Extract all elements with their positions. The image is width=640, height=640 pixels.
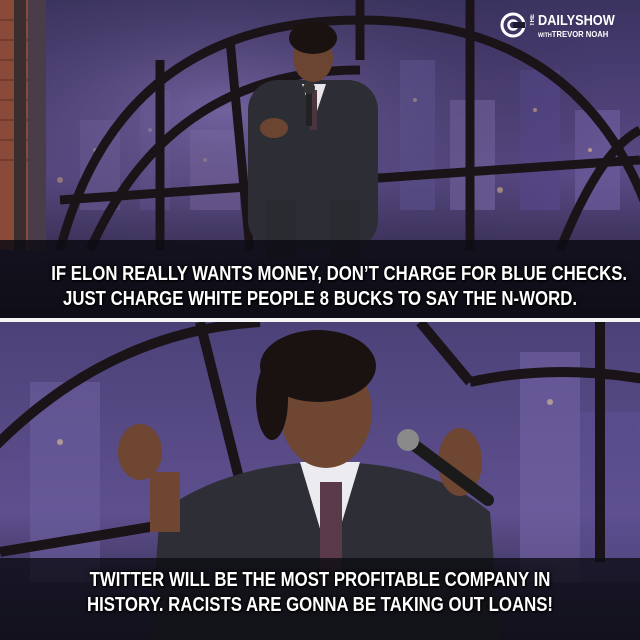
logo-with-text: WITH (538, 33, 552, 39)
logo-host-text: TREVOR NOAH (551, 29, 609, 39)
top-caption: IF ELON REALLY WANTS MONEY, DON’T CHARGE… (51, 262, 628, 312)
bottom-caption: TWITTER WILL BE THE MOST PROFITABLE COMP… (51, 568, 589, 618)
logo-the-text: THE (530, 14, 536, 26)
logo-title: DAILYSHOW (538, 12, 615, 29)
caption-line: IF ELON REALLY WANTS MONEY, DON’T CHARGE… (51, 263, 628, 285)
logo-subtitle: WITHTREVOR NOAH (538, 29, 608, 39)
show-logo: THE DAILYSHOW WITHTREVOR NOAH (500, 8, 640, 42)
caption-line: JUST CHARGE WHITE PEOPLE 8 BUCKS TO SAY … (62, 288, 578, 310)
network-logo-icon (500, 12, 526, 38)
caption-line: HISTORY. RACISTS ARE GONNA BE TAKING OUT… (86, 594, 554, 616)
caption-line: TWITTER WILL BE THE MOST PROFITABLE COMP… (89, 569, 551, 591)
